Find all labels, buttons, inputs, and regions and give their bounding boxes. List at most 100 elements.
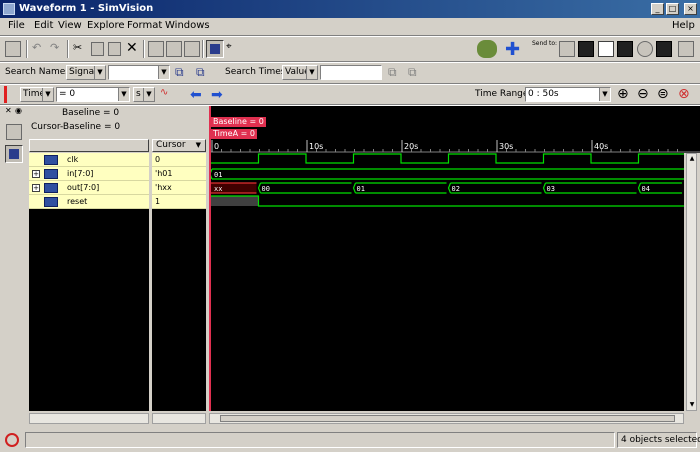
name-panel-hscroll[interactable]	[29, 413, 149, 424]
in-bus-waveform[interactable]	[209, 168, 684, 180]
cursor-line[interactable]	[209, 106, 211, 411]
redo-icon[interactable]: ↷	[50, 41, 66, 57]
prev-edge-icon[interactable]: ⬅	[190, 87, 206, 103]
maximize-button[interactable]: □	[666, 3, 679, 15]
signal-name-panel: clk + in[7:0] + out[7:0] reset	[29, 153, 149, 411]
zoom-fit-icon[interactable]: ⊜	[657, 86, 673, 102]
waveform-hscroll[interactable]	[209, 413, 684, 424]
send-design-browser-icon[interactable]	[559, 41, 575, 57]
cursor-unit: s	[136, 89, 141, 99]
out-bus-segment[interactable]	[542, 182, 637, 194]
signal-row-reset[interactable]: reset	[29, 195, 149, 209]
main-toolbar: ↶ ↷ ✂ ✕ ⌖ ✚ Send to:	[0, 37, 700, 61]
cut-icon[interactable]: ✂	[73, 41, 89, 57]
send-source-icon[interactable]	[184, 41, 200, 57]
zoom-out-icon[interactable]: ⊖	[637, 86, 653, 102]
menu-edit[interactable]: Edit	[34, 20, 53, 31]
next-edge-icon[interactable]: ➡	[211, 87, 227, 103]
time-ruler: 0 10s 20s 30s 40s	[209, 140, 700, 153]
search-names-mode-select[interactable]: Signal ▼	[66, 65, 106, 80]
open-icon[interactable]	[5, 41, 21, 57]
value-panel-hscroll[interactable]	[152, 413, 206, 424]
send-to-label: Send to:	[532, 40, 558, 47]
copy-icon[interactable]	[91, 42, 104, 56]
value-row[interactable]: 0	[152, 153, 206, 167]
cursor-column-header[interactable]: Cursor ▼	[152, 139, 206, 152]
search-times-mode-select[interactable]: Value ▼	[282, 65, 318, 80]
toolbar-separator	[67, 40, 69, 58]
scroll-down-icon[interactable]: ▼	[688, 401, 696, 409]
send-waveform-icon[interactable]	[148, 41, 164, 57]
search-times-next-icon[interactable]: ⧉	[408, 65, 424, 81]
send-calculator-icon[interactable]	[678, 41, 694, 57]
zoom-mode-icon[interactable]: ⌖	[226, 41, 242, 57]
time-range-input[interactable]: 0 : 50s ▼	[525, 87, 611, 102]
signal-icon	[44, 197, 58, 207]
select-mode-icon[interactable]	[206, 40, 224, 58]
search-bar: Search Names: Signal ▼ ▼ ⧉ ⧉ Search Times…	[0, 63, 700, 83]
add-icon[interactable]: ✚	[505, 39, 521, 60]
clk-waveform[interactable]	[211, 153, 684, 164]
search-names-label: Search Names:	[5, 67, 74, 77]
menu-explore[interactable]: Explore	[87, 20, 125, 31]
delete-icon[interactable]: ✕	[126, 40, 142, 56]
send-signal-flow-icon[interactable]	[637, 41, 653, 57]
reset-waveform[interactable]	[211, 195, 684, 207]
waveform-hscroll-thumb[interactable]	[220, 415, 675, 422]
send-waveform-window-icon[interactable]	[578, 41, 594, 57]
expand-icon[interactable]: +	[32, 184, 40, 192]
value-row[interactable]: 'hxx	[152, 181, 206, 195]
stop-icon[interactable]	[5, 433, 19, 447]
close-pane-icon[interactable]: ✕	[5, 106, 15, 116]
menu-help[interactable]: Help	[672, 20, 695, 31]
out-bus-segment[interactable]	[257, 182, 352, 194]
search-times-input[interactable]	[320, 65, 382, 80]
send-source-browser-icon[interactable]	[598, 41, 614, 57]
send-to-tree-icon[interactable]	[477, 40, 497, 58]
cursor-unit-select[interactable]: s ▼	[133, 87, 155, 102]
paste-icon[interactable]	[108, 42, 121, 56]
zoom-in-icon[interactable]: ⊕	[617, 86, 633, 102]
menu-file[interactable]: File	[8, 20, 25, 31]
baseline-marker-tag[interactable]: Baseline = 0	[211, 117, 266, 127]
cursor-value-icon[interactable]: ∿	[160, 87, 176, 103]
value-row[interactable]: 'h01	[152, 167, 206, 181]
value-row[interactable]: 1	[152, 195, 206, 209]
close-button[interactable]: ×	[684, 3, 697, 15]
search-names-next-icon[interactable]: ⧉	[196, 65, 212, 81]
send-schematic-icon[interactable]	[166, 41, 182, 57]
timea-marker-tag[interactable]: TimeA = 0	[211, 129, 257, 139]
search-times-prev-icon[interactable]: ⧉	[388, 65, 404, 81]
minimize-button[interactable]: _	[651, 3, 664, 15]
pane-menu-icon[interactable]: ◉	[15, 106, 25, 116]
design-browser-icon[interactable]	[6, 124, 22, 140]
waveform-panel[interactable]: 01 xx 00 01 02 03 04	[209, 153, 684, 411]
undo-icon[interactable]: ↶	[32, 41, 48, 57]
out-bus-segment[interactable]	[352, 182, 447, 194]
signal-row-out[interactable]: + out[7:0]	[29, 181, 149, 195]
menu-windows[interactable]: Windows	[165, 20, 210, 31]
send-schematic-tracer-icon[interactable]	[656, 41, 672, 57]
name-column-header[interactable]	[29, 139, 149, 152]
search-names-prev-icon[interactable]: ⧉	[175, 65, 191, 81]
cursor-column-label: Cursor	[156, 140, 186, 150]
send-register-icon[interactable]	[617, 41, 633, 57]
out-bus-segment[interactable]	[447, 182, 542, 194]
signal-row-clk[interactable]: clk	[29, 153, 149, 167]
search-names-input[interactable]: ▼	[108, 65, 170, 80]
scroll-up-icon[interactable]: ▲	[688, 155, 696, 163]
menu-format[interactable]: Format	[127, 20, 162, 31]
cursor-time-input[interactable]: = 0 ▼	[56, 87, 130, 102]
zoom-reset-icon[interactable]: ⊗	[678, 86, 694, 102]
expand-icon[interactable]: +	[32, 170, 40, 178]
signal-list-icon[interactable]	[5, 145, 23, 163]
selection-count: 4 objects selected	[617, 432, 700, 448]
vertical-scrollbar[interactable]: ▲ ▼	[686, 153, 697, 411]
menu-view[interactable]: View	[58, 20, 82, 31]
cursor-select[interactable]: TimeA ▼	[20, 87, 54, 102]
out-bus-value: 04	[642, 185, 650, 193]
out-bus-value: 03	[547, 185, 555, 193]
cursor-time-value: 0	[69, 89, 76, 99]
timeline-header[interactable]: Baseline = 0 TimeA = 0 0 10s 20s 30s 40s	[209, 106, 700, 153]
signal-row-in[interactable]: + in[7:0]	[29, 167, 149, 181]
